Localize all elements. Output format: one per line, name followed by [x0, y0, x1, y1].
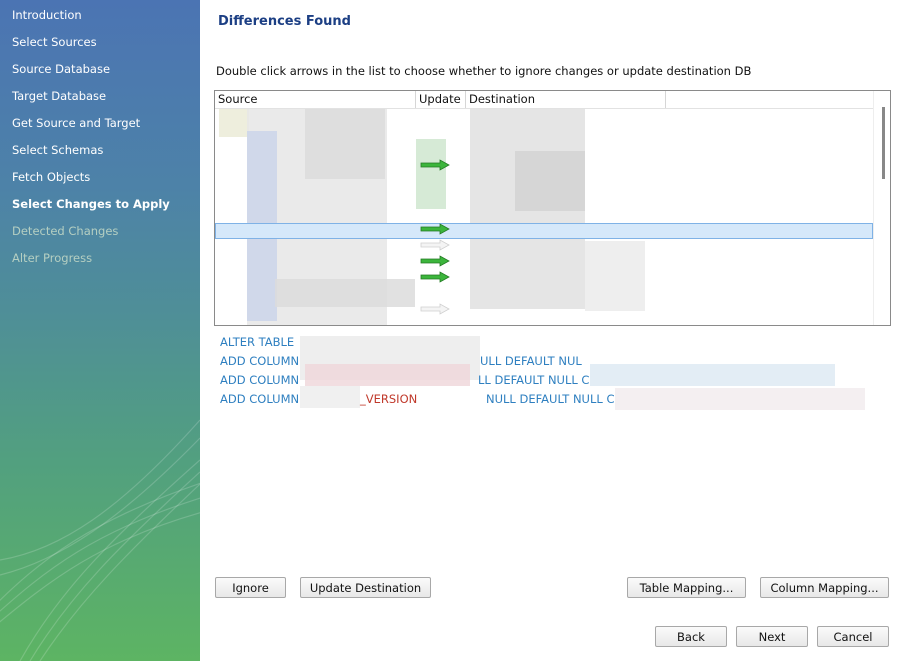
sidebar-item-target-database: Target Database — [12, 89, 107, 103]
next-button[interactable]: Next — [736, 626, 808, 647]
page-title: Differences Found — [218, 14, 351, 29]
ignore-arrow-icon[interactable] — [420, 239, 450, 251]
sidebar-item-select-sources: Select Sources — [12, 35, 97, 49]
redacted-block — [515, 151, 585, 211]
update-arrow-icon[interactable] — [420, 159, 450, 171]
diff-row-selected[interactable] — [215, 223, 873, 239]
vertical-scrollbar[interactable] — [873, 91, 890, 325]
sidebar-item-source-database: Source Database — [12, 62, 111, 76]
redacted-block — [300, 336, 480, 358]
column-header-destination[interactable]: Destination — [466, 91, 666, 108]
sql-line-fragment: NULL DEFAULT NULL C — [486, 392, 615, 406]
column-header-update[interactable]: Update — [416, 91, 466, 108]
redacted-block — [305, 364, 470, 386]
sql-line-fragment: LL DEFAULT NULL C — [478, 373, 590, 387]
sidebar-item-fetch-objects: Fetch Objects — [12, 170, 91, 184]
scrollbar-thumb[interactable] — [882, 107, 885, 179]
sidebar-item-select-schemas: Select Schemas — [12, 143, 104, 157]
redacted-block — [219, 109, 249, 137]
sidebar-item-introduction: Introduction — [12, 8, 82, 22]
update-destination-button[interactable]: Update Destination — [300, 577, 431, 598]
update-arrow-icon[interactable] — [420, 255, 450, 267]
column-header-source[interactable]: Source — [215, 91, 416, 108]
main-panel: Differences Found Double click arrows in… — [200, 0, 904, 661]
sidebar-item-get-source-target: Get Source and Target — [12, 116, 141, 130]
instruction-text: Double click arrows in the list to choos… — [216, 64, 752, 78]
sql-line-fragment: ULL DEFAULT NUL — [480, 354, 582, 368]
table-mapping-button[interactable]: Table Mapping... — [627, 577, 746, 598]
redacted-block — [305, 109, 385, 179]
wizard-sidebar: Introduction Select Sources Source Datab… — [0, 0, 200, 661]
sidebar-decoration — [0, 419, 200, 661]
sql-line: ADD COLUMN — [220, 354, 300, 368]
ignore-arrow-icon[interactable] — [420, 303, 450, 315]
redacted-block — [300, 386, 360, 408]
ignore-button[interactable]: Ignore — [215, 577, 286, 598]
sql-line-fragment: _VERSION — [360, 392, 418, 406]
redacted-block — [585, 241, 645, 311]
redacted-block — [275, 279, 415, 307]
redacted-block — [416, 139, 446, 209]
cancel-button[interactable]: Cancel — [817, 626, 889, 647]
column-mapping-button[interactable]: Column Mapping... — [760, 577, 889, 598]
sql-line: ADD COLUMN — [220, 392, 300, 406]
update-arrow-icon[interactable] — [420, 223, 450, 235]
sql-line: ALTER TABLE — [220, 335, 295, 349]
differences-list[interactable]: Source Update Destination — [214, 90, 891, 326]
back-button[interactable]: Back — [655, 626, 727, 647]
redacted-block — [590, 364, 835, 386]
sidebar-item-alter-progress: Alter Progress — [12, 251, 93, 265]
sql-line: ADD COLUMN — [220, 373, 300, 387]
update-arrow-icon[interactable] — [420, 271, 450, 283]
redacted-block — [615, 388, 865, 410]
sidebar-item-detected-changes: Detected Changes — [12, 224, 119, 238]
sidebar-item-select-changes: Select Changes to Apply — [12, 197, 170, 211]
